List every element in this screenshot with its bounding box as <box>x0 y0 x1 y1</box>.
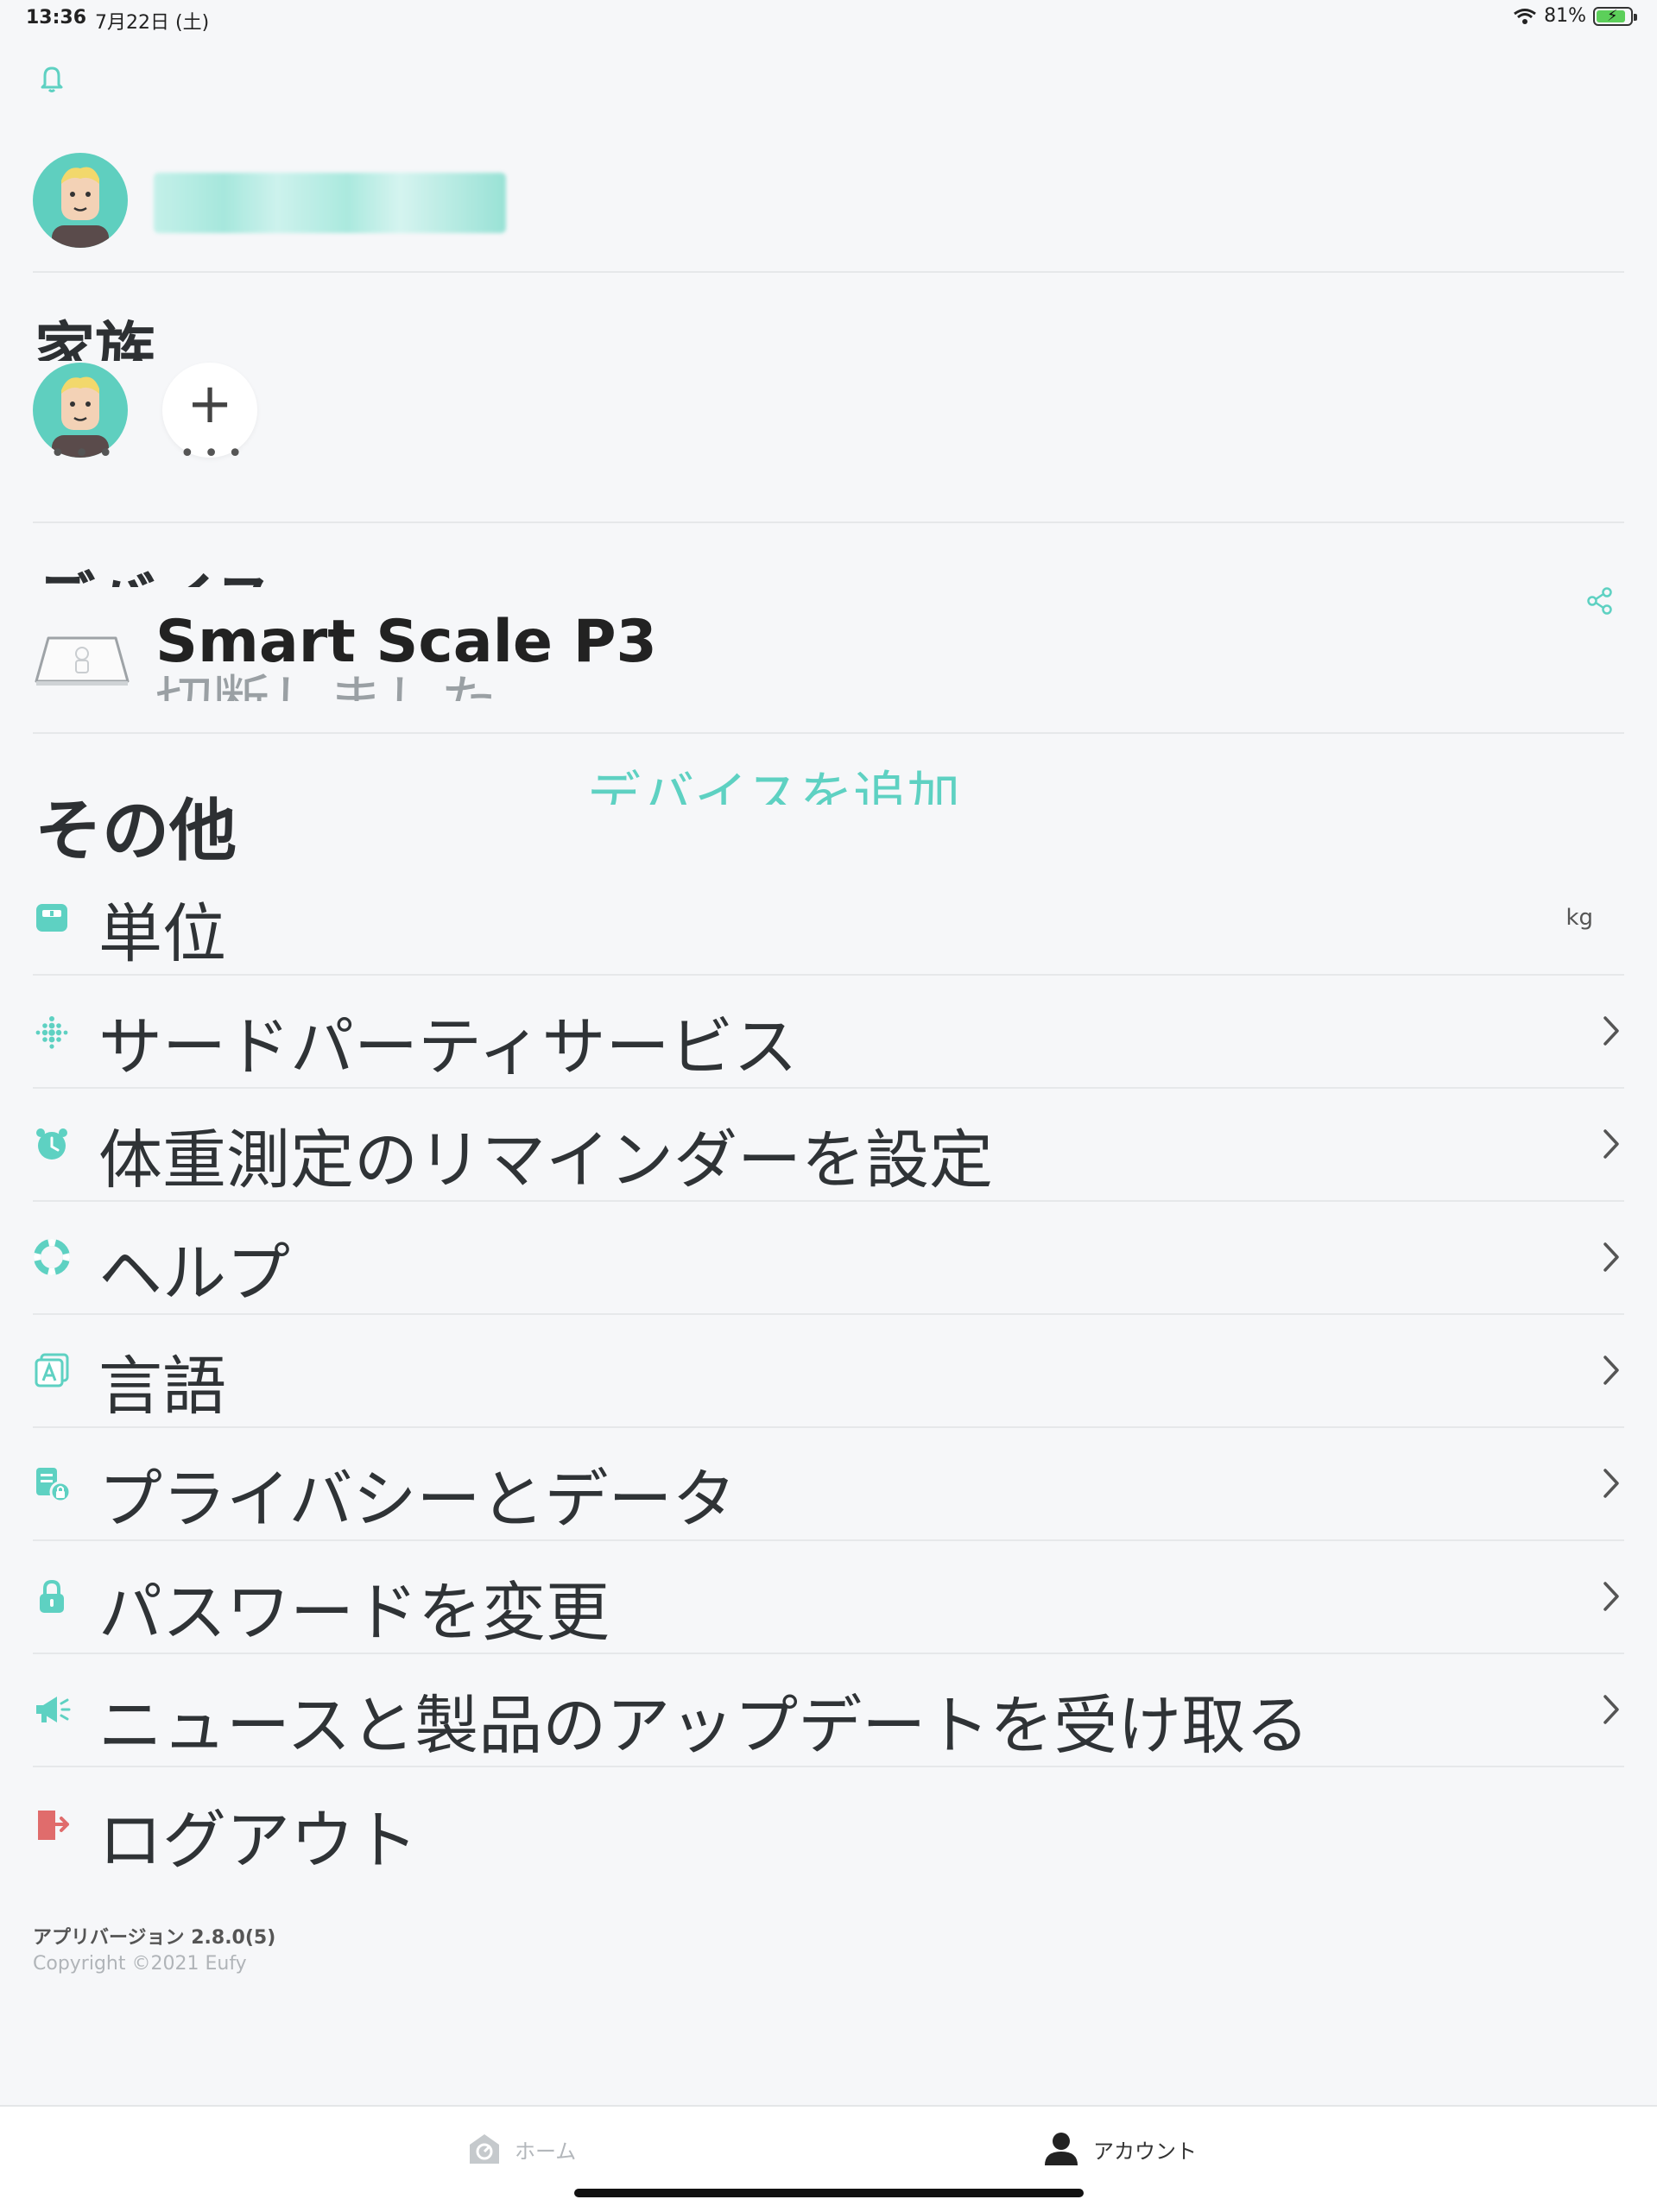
logout-row[interactable]: ログアウト <box>33 1770 1624 1882</box>
home-icon <box>470 2134 499 2164</box>
add-member-dots: ••• <box>180 439 252 469</box>
status-date: 7月22日 (土) <box>95 12 210 34</box>
fitbit-icon <box>35 1016 68 1049</box>
chevron-right-icon <box>1603 1242 1619 1272</box>
app-version: アプリバージョン 2.8.0(5) <box>33 1927 276 1949</box>
settings-row-weigh-reminder[interactable]: 体重測定のリマインダーを設定 <box>33 1090 1624 1202</box>
devices-section-title: デバイス <box>35 553 275 587</box>
alarm-clock-icon <box>36 1128 67 1160</box>
language-icon <box>35 1353 69 1387</box>
chevron-right-icon <box>1603 1356 1619 1385</box>
other-section-title: その他 <box>35 793 237 870</box>
privacy-icon <box>36 1468 71 1502</box>
settings-row-language[interactable]: 言語 <box>33 1316 1624 1428</box>
plus-icon: + <box>187 372 233 436</box>
battery-percent: 81% <box>1544 5 1586 27</box>
tab-home[interactable]: ホーム <box>466 2131 576 2167</box>
divider <box>33 521 1624 523</box>
megaphone-icon <box>36 1697 71 1722</box>
chevron-right-icon <box>1603 1016 1619 1046</box>
user-name-blurred <box>154 173 506 233</box>
scale-device-icon <box>35 636 130 686</box>
battery-icon: ⚡ <box>1593 6 1637 26</box>
chevron-right-icon <box>1603 1582 1619 1611</box>
settings-row-unit[interactable]: 単位 kg <box>33 863 1624 976</box>
wifi-icon <box>1514 8 1536 24</box>
status-indicators: 81% ⚡ <box>1513 5 1637 27</box>
tab-account-label: アカウント <box>1093 2139 1197 2164</box>
tab-account[interactable]: アカウント <box>1041 2131 1197 2167</box>
settings-row-third-party[interactable]: サードパーティサービス <box>33 976 1624 1089</box>
row-label: サードパーティサービス <box>98 1010 798 1084</box>
add-device-button[interactable]: デバイスを追加 <box>587 753 960 805</box>
row-label: 体重測定のリマインダーを設定 <box>98 1123 993 1198</box>
logout-icon <box>38 1811 69 1840</box>
avatar[interactable] <box>33 153 128 248</box>
device-status: 切断しました <box>155 656 497 701</box>
row-label: ニュースと製品のアップデートを受け取る <box>98 1689 1310 1763</box>
settings-row-news-updates[interactable]: ニュースと製品のアップデートを受け取る <box>33 1655 1624 1767</box>
row-label: 単位 <box>98 897 226 971</box>
settings-row-change-password[interactable]: パスワードを変更 <box>33 1542 1624 1654</box>
copyright: Copyright ©2021 Eufy <box>33 1953 247 1975</box>
family-member-name-dots: ••• <box>50 439 123 469</box>
chevron-right-icon <box>1603 1695 1619 1724</box>
bell-icon[interactable] <box>35 60 69 95</box>
logout-label: ログアウト <box>98 1804 418 1878</box>
lifebuoy-icon <box>34 1239 70 1275</box>
divider <box>33 732 1624 734</box>
status-time: 13:36 <box>26 7 87 28</box>
share-icon[interactable] <box>1584 585 1616 616</box>
tab-home-label: ホーム <box>515 2139 577 2164</box>
person-icon <box>1045 2133 1078 2165</box>
lock-icon <box>40 1579 64 1613</box>
unit-value: kg <box>1565 905 1593 931</box>
row-label: ヘルプ <box>98 1236 290 1311</box>
divider <box>33 271 1624 273</box>
row-label: 言語 <box>98 1349 226 1424</box>
settings-row-help[interactable]: ヘルプ <box>33 1203 1624 1315</box>
row-label: プライバシーとデータ <box>98 1463 737 1537</box>
avatar-face-icon <box>52 167 109 248</box>
home-indicator <box>574 2189 1084 2197</box>
settings-row-privacy[interactable]: プライバシーとデータ <box>33 1429 1624 1541</box>
chevron-right-icon <box>1603 1469 1619 1498</box>
family-section-title: 家族 <box>35 315 155 361</box>
unit-icon <box>36 904 67 932</box>
row-label: パスワードを変更 <box>98 1576 610 1650</box>
chevron-right-icon <box>1603 1129 1619 1159</box>
